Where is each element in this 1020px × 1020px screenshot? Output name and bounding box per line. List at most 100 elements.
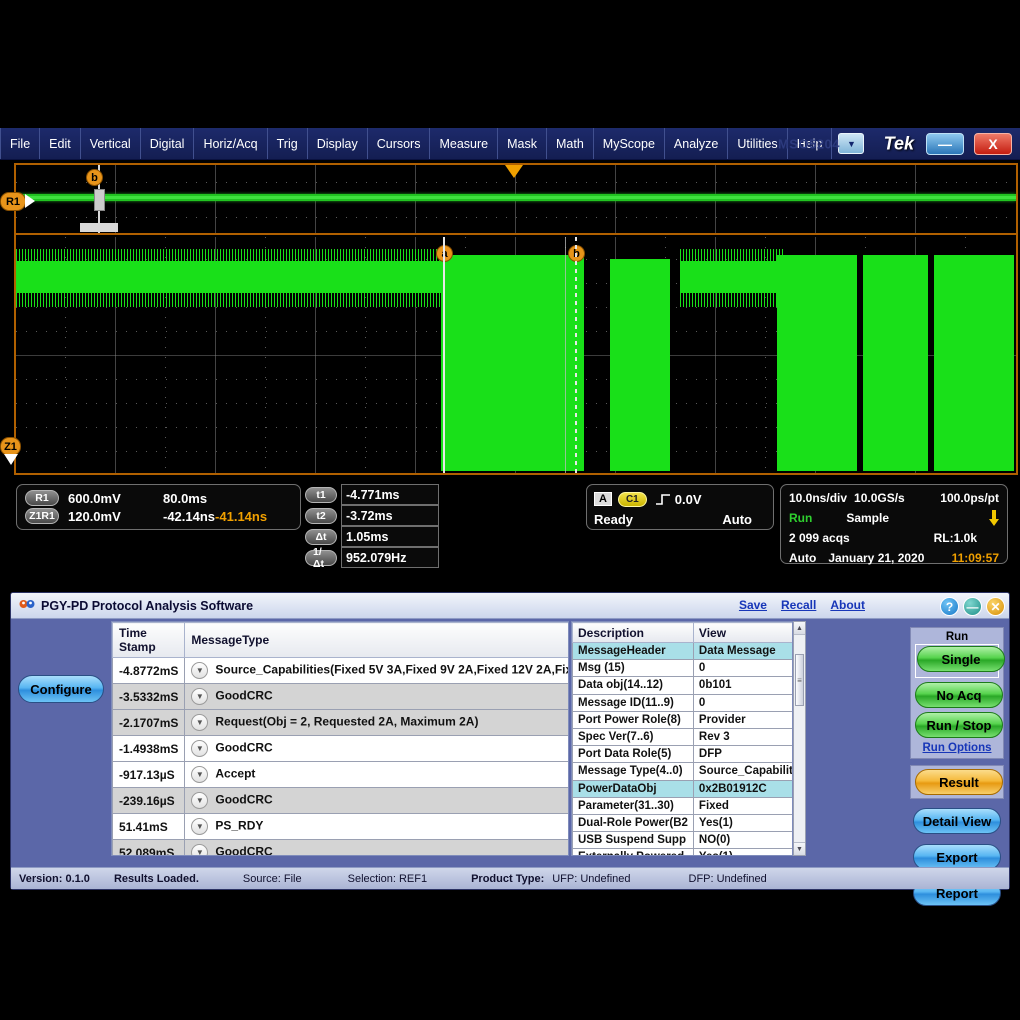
scroll-up-arrow-icon[interactable]: ▲ — [794, 622, 805, 635]
trigger-position-marker[interactable] — [505, 165, 523, 178]
detail-view: Rev 3 — [692, 727, 792, 747]
detail-row[interactable]: MessageHeader Data Message — [572, 641, 792, 661]
pgy-title-bar[interactable]: PGY-PD Protocol Analysis Software Save R… — [11, 593, 1009, 619]
about-link[interactable]: About — [830, 598, 865, 612]
expand-chevron-icon[interactable]: ▼ — [191, 688, 209, 705]
expand-chevron-icon[interactable]: ▼ — [191, 844, 209, 855]
message-table[interactable]: Time Stamp MessageType PowerRole -4.8772… — [112, 622, 568, 855]
col-description[interactable]: Description — [572, 622, 694, 643]
menu-item-horiz-acq[interactable]: Horiz/Acq — [194, 128, 268, 159]
zoom-box-handle[interactable] — [80, 223, 118, 232]
col-view[interactable]: View — [692, 622, 792, 643]
single-button[interactable]: Single — [917, 646, 1005, 672]
menu-item-analyze[interactable]: Analyze — [665, 128, 729, 159]
cursor-row[interactable]: t2 -3.72ms — [305, 505, 439, 526]
menu-item-cursors[interactable]: Cursors — [368, 128, 431, 159]
cursor-row[interactable]: t1 -4.771ms — [305, 484, 439, 505]
menu-item-myscope[interactable]: MyScope — [594, 128, 665, 159]
scope-close-button[interactable]: X — [974, 133, 1012, 155]
table-row[interactable]: 51.41mS ▼PS_RDY Provider — [112, 813, 568, 840]
menu-item-vertical[interactable]: Vertical — [81, 128, 141, 159]
cursor-delta-t-value: 1.05ms — [341, 526, 439, 547]
scope-minimize-button[interactable]: — — [926, 133, 964, 155]
expand-chevron-icon[interactable]: ▼ — [191, 818, 209, 835]
pgy-body: Configure Time Stamp MessageType PowerRo… — [11, 597, 1009, 906]
detail-view-button[interactable]: Detail View — [913, 808, 1001, 834]
col-time-stamp[interactable]: Time Stamp — [112, 622, 186, 658]
table-row[interactable]: -4.8772mS ▼ Source_Capabilities(Fixed 5V … — [112, 657, 568, 684]
cell-timestamp: -2.1707mS — [112, 709, 186, 736]
detail-row[interactable]: Dual-Role Power(B2 Yes(1) — [572, 813, 792, 833]
detail-table[interactable]: Description View MessageHeader Data Messa… — [572, 622, 792, 855]
no-acq-button[interactable]: No Acq — [915, 682, 1003, 708]
save-link[interactable]: Save — [739, 598, 767, 612]
detail-row[interactable]: Message Type(4..0)Source_Capabilities — [572, 762, 792, 781]
acquisition-status-box[interactable]: 10.0ns/div 10.0GS/s 100.0ps/pt Run Sampl… — [780, 484, 1008, 565]
table-row[interactable]: -239.16µS ▼GoodCRC Consumer — [112, 787, 568, 814]
detail-row[interactable]: Parameter(31..30) Fixed — [572, 796, 792, 815]
zoom-marker-badge-top[interactable]: b — [86, 169, 103, 186]
trigger-coupling-label: A — [594, 492, 612, 506]
recall-link[interactable]: Recall — [781, 598, 816, 612]
result-button[interactable]: Result — [915, 769, 1003, 795]
menu-item-display[interactable]: Display — [308, 128, 368, 159]
cell-messagetype-text: PS_RDY — [215, 818, 264, 833]
trigger-mode-value: Auto — [722, 511, 752, 527]
detail-panel[interactable]: Description View MessageHeader Data Messa… — [571, 621, 793, 856]
message-list-panel[interactable]: Time Stamp MessageType PowerRole -4.8772… — [111, 621, 569, 856]
detail-row[interactable]: Externally PoweredYes(1) — [572, 848, 792, 855]
scrollbar-thumb[interactable]: ≡ — [795, 654, 804, 706]
status-dfp: DFP: Undefined — [688, 872, 767, 885]
cursor-a-line[interactable] — [443, 237, 445, 473]
menu-item-trig[interactable]: Trig — [268, 128, 308, 159]
detail-row[interactable]: Port Power Role(8) Provider — [572, 710, 792, 729]
expand-chevron-icon[interactable]: ▼ — [191, 766, 209, 783]
detail-row[interactable]: Port Data Role(5) DFP — [572, 745, 792, 764]
table-row[interactable]: -1.4938mS ▼GoodCRC Provider — [112, 735, 568, 762]
zoom-box-knob[interactable] — [94, 189, 105, 211]
configure-button[interactable]: Configure — [18, 675, 104, 703]
table-row[interactable]: -3.5332mS ▼GoodCRC Consumer — [112, 683, 568, 710]
z1r1-scale-value: 120.0mV — [68, 508, 121, 524]
trigger-source-label: C1 — [617, 491, 647, 507]
detail-row[interactable]: Spec Ver(7..6) Rev 3 — [572, 727, 792, 747]
pgy-minimize-button[interactable]: — — [963, 597, 982, 616]
col-message-type[interactable]: MessageType — [184, 622, 568, 658]
cursor-row[interactable]: Δt 1.05ms — [305, 526, 439, 547]
table-row[interactable]: -2.1707mS ▼ Request(Obj = 2, Requested 2A… — [112, 709, 568, 736]
help-button[interactable]: ? — [940, 597, 959, 616]
reference-readout-box[interactable]: R1 600.0mV 80.0ms Z1R1 120.0mV -42.14ns … — [16, 484, 301, 530]
detail-row[interactable]: Message ID(11..9) 0 — [572, 693, 792, 712]
expand-chevron-icon[interactable]: ▼ — [191, 792, 209, 809]
expand-chevron-icon[interactable]: ▼ — [191, 714, 209, 731]
run-stop-button[interactable]: Run / Stop — [915, 712, 1003, 738]
pgy-close-button[interactable]: ✕ — [986, 597, 1005, 616]
menu-item-file[interactable]: File — [0, 128, 41, 159]
menu-item-mask[interactable]: Mask — [498, 128, 547, 159]
table-row[interactable]: -917.13µS ▼Accept Provider — [112, 761, 568, 788]
zoom-pane[interactable] — [16, 237, 1016, 473]
menu-item-digital[interactable]: Digital — [141, 128, 195, 159]
ref1-marker-badge[interactable]: R1 — [0, 192, 26, 211]
status-version: Version: 0.1.0 — [19, 872, 90, 885]
waveform-graticule[interactable]: a b b — [14, 163, 1018, 475]
table-row[interactable]: 52.089mS ▼GoodCRC Consumer — [112, 839, 568, 855]
expand-chevron-icon[interactable]: ▼ — [191, 662, 209, 679]
expand-chevron-icon[interactable]: ▼ — [191, 740, 209, 757]
detail-row[interactable]: Msg (15) 0 — [572, 659, 792, 678]
detail-row[interactable]: Data obj(14..12) 0b101 — [572, 676, 792, 695]
status-results: Results Loaded. — [113, 872, 199, 885]
menu-overflow-button[interactable]: ▼ — [838, 133, 865, 154]
trigger-readout-box[interactable]: A C1 0.0V Ready Auto — [586, 484, 774, 530]
menu-item-edit[interactable]: Edit — [40, 128, 81, 159]
detail-row[interactable]: USB Suspend Supp NO(0) — [572, 831, 792, 850]
scroll-down-arrow-icon[interactable]: ▼ — [794, 842, 805, 855]
menu-item-math[interactable]: Math — [547, 128, 594, 159]
detail-row[interactable]: PowerDataObj 0x2B01912C — [572, 779, 792, 798]
run-options-link[interactable]: Run Options — [915, 742, 999, 754]
cell-timestamp: 51.41mS — [112, 813, 186, 840]
cursor-b-line[interactable] — [575, 237, 577, 473]
detail-scrollbar[interactable]: ▲ ≡ ▼ — [793, 621, 806, 856]
menu-item-measure[interactable]: Measure — [430, 128, 499, 159]
cursor-row[interactable]: 1/Δt 952.079Hz — [305, 546, 439, 570]
